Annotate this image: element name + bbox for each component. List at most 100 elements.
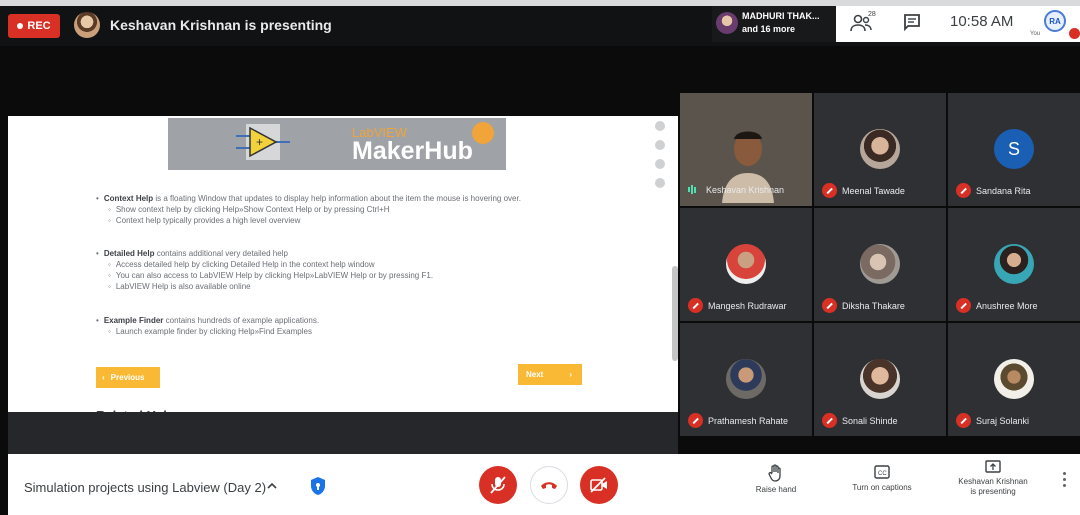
people-count: 28 bbox=[868, 11, 876, 18]
self-avatar[interactable]: RA bbox=[1044, 10, 1066, 32]
participant-tile[interactable]: Keshavan Krishnan bbox=[680, 93, 812, 206]
avatar-initial: S bbox=[1007, 138, 1020, 159]
link-icon[interactable] bbox=[655, 159, 665, 169]
trash-icon[interactable] bbox=[655, 178, 665, 188]
avatar bbox=[860, 244, 900, 284]
svg-text:+: + bbox=[256, 135, 263, 149]
presenting-button[interactable]: Keshavan Krishnan is presenting bbox=[948, 460, 1038, 497]
slide-toolbar bbox=[650, 116, 670, 196]
section-title: Detailed Help bbox=[103, 249, 155, 258]
participant-name-tag: Keshavan Krishnan bbox=[688, 183, 784, 196]
section-title: Context Help bbox=[103, 194, 154, 203]
chat-icon[interactable] bbox=[903, 13, 921, 31]
more-options-icon[interactable] bbox=[1062, 472, 1068, 490]
participant-name-tag: Sandana Rita bbox=[956, 183, 1031, 198]
mic-off-icon bbox=[956, 298, 971, 313]
participant-preview-name: MADHURI THAK... and 16 more bbox=[742, 10, 832, 36]
mic-off-icon bbox=[490, 476, 506, 494]
participant-name-tag: Meenal Tawade bbox=[822, 183, 905, 198]
avatar bbox=[860, 359, 900, 399]
zoom-icon[interactable] bbox=[655, 121, 665, 131]
presenting-status: Keshavan Krishnan is presenting bbox=[110, 17, 332, 33]
help-section-detailed: • Detailed Help contains additional very … bbox=[96, 249, 434, 291]
record-dot-icon bbox=[17, 23, 24, 29]
meet-window: REC Keshavan Krishnan is presenting MADH… bbox=[0, 0, 1080, 515]
next-label: Next bbox=[526, 370, 544, 379]
shield-icon[interactable] bbox=[310, 476, 326, 496]
section-text: contains hundreds of example application… bbox=[163, 316, 320, 325]
leave-call-button[interactable] bbox=[530, 466, 568, 504]
participant-name: Sandana Rita bbox=[976, 185, 1031, 196]
participant-name: Suraj Solanki bbox=[976, 415, 1030, 426]
mic-button[interactable] bbox=[479, 466, 517, 504]
participant-name-tag: Suraj Solanki bbox=[956, 413, 1029, 428]
participant-tile[interactable]: Diksha Thakare bbox=[814, 208, 946, 321]
chevron-left-icon: ‹ bbox=[102, 373, 105, 382]
participant-name: Prathamesh Rahate bbox=[708, 415, 789, 426]
participant-tile[interactable]: Suraj Solanki bbox=[948, 323, 1080, 436]
participant-name: Keshavan Krishnan bbox=[706, 184, 785, 195]
participant-tile[interactable]: Meenal Tawade bbox=[814, 93, 946, 206]
participant-name: Mangesh Rudrawar bbox=[708, 300, 787, 311]
captions-label: Turn on captions bbox=[852, 483, 912, 492]
participant-name: Meenal Tawade bbox=[842, 185, 905, 196]
presentation-screen: + LabVIEW MakerHub • Context Help is a fl… bbox=[8, 116, 678, 412]
mic-off-icon bbox=[688, 413, 703, 428]
avatar bbox=[726, 359, 766, 399]
participant-name-tag: Sonali Shinde bbox=[822, 413, 898, 428]
next-button[interactable]: Next › bbox=[518, 364, 582, 385]
previous-label: Previous bbox=[110, 373, 145, 382]
participant-tile[interactable]: Sonali Shinde bbox=[814, 323, 946, 436]
record-icon[interactable] bbox=[655, 140, 665, 150]
phone-hangup-icon bbox=[541, 482, 557, 489]
participant-name-tag: Mangesh Rudrawar bbox=[688, 298, 787, 313]
participant-name: Diksha Thakare bbox=[842, 300, 905, 311]
avatar bbox=[716, 12, 738, 34]
section-text: contains additional very detailed help bbox=[154, 249, 288, 258]
recording-badge: REC bbox=[8, 14, 60, 38]
section-sub: You can also access to LabVIEW Help by c… bbox=[115, 271, 434, 280]
avatar bbox=[860, 129, 900, 169]
svg-text:CC: CC bbox=[878, 471, 887, 477]
status-badge bbox=[1069, 28, 1080, 39]
section-title: Example Finder bbox=[103, 316, 164, 325]
section-sub: LabVIEW Help is also available online bbox=[115, 282, 251, 291]
raise-hand-button[interactable]: Raise hand bbox=[731, 464, 821, 495]
previous-button[interactable]: ‹ Previous bbox=[96, 367, 160, 388]
top-bar: REC Keshavan Krishnan is presenting MADH… bbox=[0, 0, 1080, 46]
hand-icon bbox=[768, 464, 781, 482]
meeting-title[interactable]: Simulation projects using Labview (Day 2… bbox=[24, 480, 266, 495]
captions-icon: CC bbox=[874, 465, 890, 479]
participant-name: Sonali Shinde bbox=[842, 415, 898, 426]
raise-hand-label: Raise hand bbox=[755, 485, 797, 494]
participant-tile[interactable]: Prathamesh Rahate bbox=[680, 323, 812, 436]
mic-off-icon bbox=[956, 183, 971, 198]
help-section-context: • Context Help is a floating Window that … bbox=[96, 194, 521, 225]
avatar bbox=[726, 244, 766, 284]
participant-name-tag: Diksha Thakare bbox=[822, 298, 905, 313]
avatar bbox=[994, 244, 1034, 284]
presenting-label-suffix: is presenting bbox=[970, 487, 1016, 496]
speaking-indicator-icon bbox=[688, 183, 701, 196]
bottom-bar: Simulation projects using Labview (Day 2… bbox=[8, 454, 1080, 515]
section-sub: Context help typically provides a high l… bbox=[115, 216, 301, 225]
presentation-frame bbox=[8, 412, 678, 454]
section-text: is a floating Window that updates to dis… bbox=[153, 194, 521, 203]
mic-off-icon bbox=[822, 298, 837, 313]
self-initials: RA bbox=[1049, 16, 1061, 26]
participant-name: Anushree More bbox=[976, 300, 1038, 311]
help-section-examples: • Example Finder contains hundreds of exa… bbox=[96, 316, 320, 336]
camera-button[interactable] bbox=[580, 466, 618, 504]
avatar bbox=[994, 359, 1034, 399]
more-count: and 16 more bbox=[742, 24, 796, 34]
avatar: S bbox=[994, 129, 1034, 169]
chevron-up-icon[interactable] bbox=[266, 480, 278, 492]
presenting-label: Keshavan Krishnan bbox=[958, 477, 1028, 486]
participant-tile[interactable]: Mangesh Rudrawar bbox=[680, 208, 812, 321]
captions-button[interactable]: CC Turn on captions bbox=[837, 464, 927, 493]
clock: 10:58 AM bbox=[950, 13, 1014, 30]
presenter-avatar bbox=[74, 12, 100, 38]
participant-tile[interactable]: Anushree More bbox=[948, 208, 1080, 321]
participant-tile[interactable]: S Sandana Rita bbox=[948, 93, 1080, 206]
slide-scrollbar[interactable] bbox=[672, 266, 678, 361]
